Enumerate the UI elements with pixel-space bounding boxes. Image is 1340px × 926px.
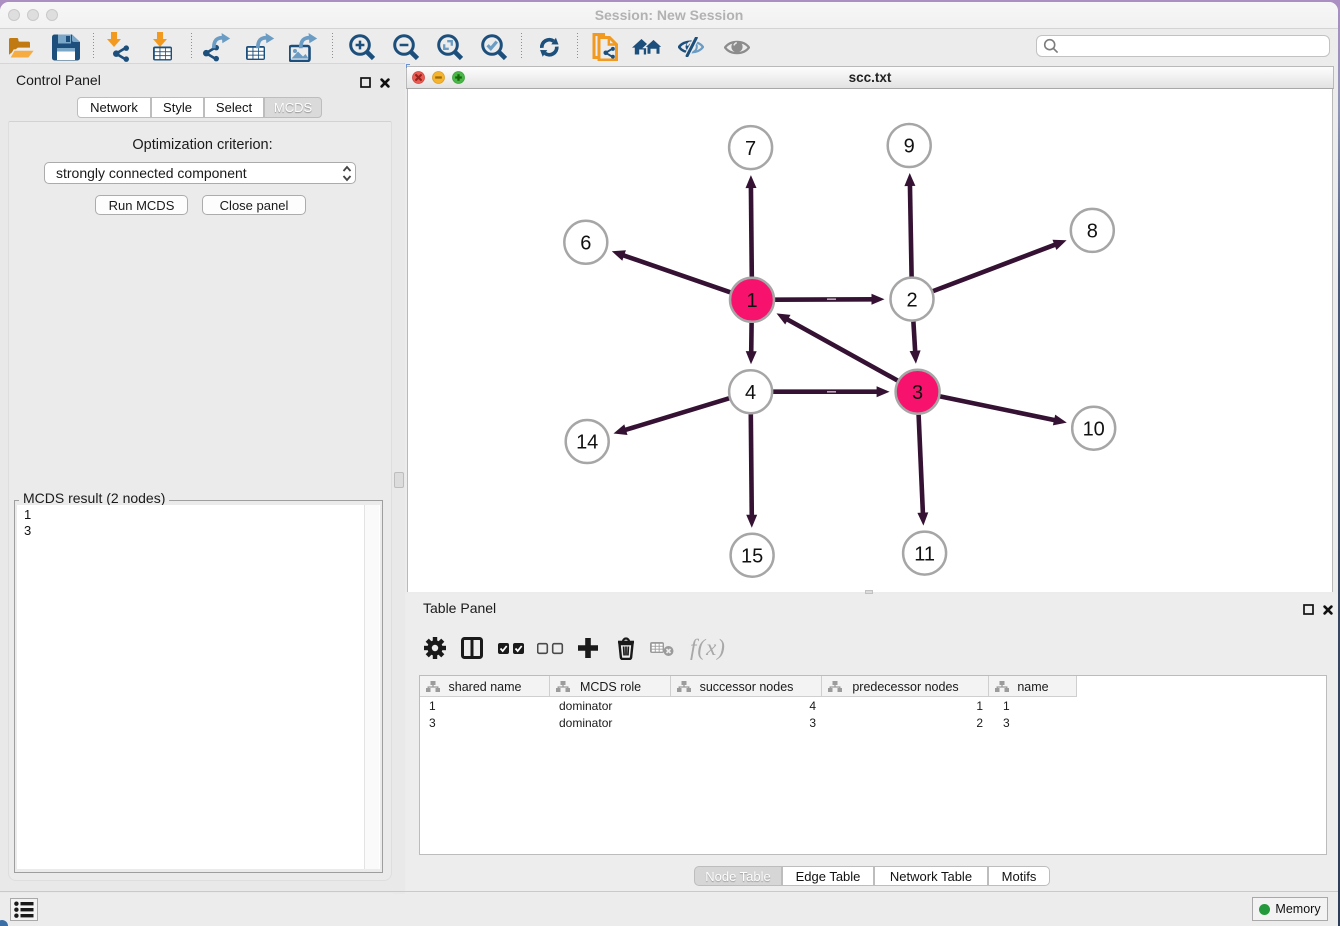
svg-text:14: 14 [576, 432, 598, 454]
svg-text:7: 7 [745, 138, 756, 160]
svg-text:6: 6 [580, 233, 591, 255]
svg-text:8: 8 [1087, 221, 1098, 243]
svg-text:15: 15 [741, 545, 763, 567]
svg-text:10: 10 [1083, 418, 1105, 440]
svg-text:3: 3 [912, 382, 923, 404]
svg-text:1: 1 [746, 290, 757, 312]
svg-text:2: 2 [906, 289, 917, 311]
svg-text:11: 11 [914, 543, 935, 565]
svg-text:9: 9 [904, 136, 915, 158]
svg-text:4: 4 [745, 382, 756, 404]
